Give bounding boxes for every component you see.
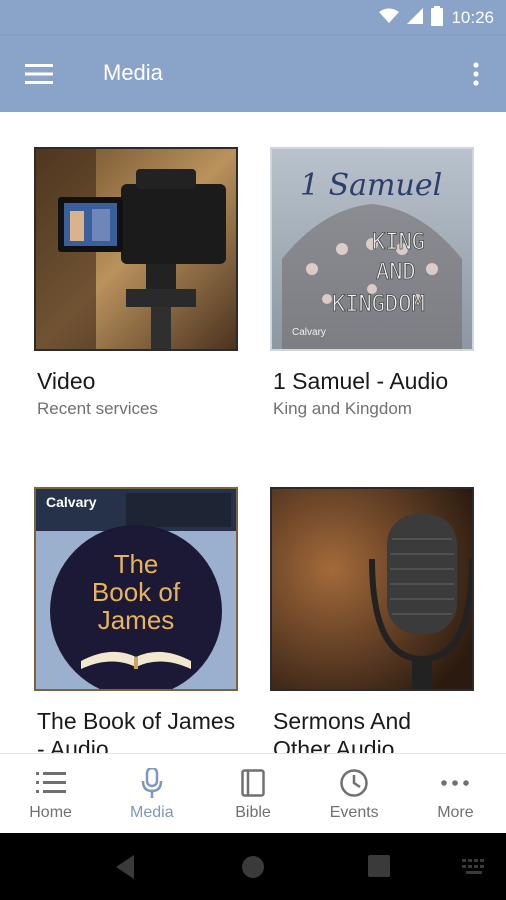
nav-item-home[interactable]: Home <box>0 754 101 833</box>
overflow-menu-button[interactable] <box>464 58 488 90</box>
recents-button[interactable] <box>368 855 390 877</box>
book-of-james-thumbnail: Calvary The Book of James <box>34 487 238 691</box>
signal-icon <box>407 7 424 29</box>
app-bar: Media <box>0 36 506 112</box>
system-navigation-bar <box>0 833 506 900</box>
media-card-1-samuel[interactable]: 1 Samuel KING AND KINGDOM Calvary 1 Samu… <box>270 147 474 419</box>
nav-label: More <box>437 804 474 821</box>
battery-icon <box>431 5 444 31</box>
home-circle-icon <box>242 856 264 878</box>
media-card-book-of-james[interactable]: Calvary The Book of James The Book of Ja… <box>34 487 238 753</box>
card-title: Video <box>37 368 96 394</box>
media-grid: Video Recent services 1 Samuel KING AND … <box>0 112 506 753</box>
nav-item-bible[interactable]: Bible <box>202 754 303 833</box>
art-text: Book of <box>92 577 181 607</box>
page-title: Media <box>103 60 163 85</box>
microphone-icon <box>136 768 168 798</box>
nav-item-more[interactable]: More <box>405 754 506 833</box>
home-button[interactable] <box>241 855 265 879</box>
keyboard-button[interactable] <box>462 859 488 875</box>
nav-label: Home <box>29 804 72 821</box>
nav-label: Media <box>130 804 174 821</box>
bottom-navigation: Home Media Bible Events More <box>0 753 506 833</box>
card-title: Sermons And Other Audio <box>273 708 412 753</box>
art-text: KINGDOM <box>332 292 425 317</box>
back-button[interactable] <box>112 853 140 881</box>
status-time: 10:26 <box>451 8 494 27</box>
more-vertical-icon <box>473 62 479 86</box>
status-bar: 10:26 <box>0 0 506 36</box>
card-subtitle: Recent services <box>37 399 158 418</box>
1-samuel-thumbnail: 1 Samuel KING AND KINGDOM Calvary <box>270 147 474 351</box>
more-horizontal-icon <box>439 768 471 798</box>
art-text: 1 Samuel <box>300 168 442 203</box>
keyboard-icon <box>462 859 484 874</box>
recents-icon <box>368 855 390 877</box>
art-brand: Calvary <box>292 327 326 338</box>
card-title: 1 Samuel - Audio <box>273 368 449 394</box>
art-text: AND <box>376 260 416 285</box>
menu-icon <box>25 64 53 84</box>
status-icons: 10:26 <box>379 5 494 31</box>
card-subtitle: King and Kingdom <box>273 399 412 418</box>
list-icon <box>35 768 67 798</box>
nav-item-events[interactable]: Events <box>304 754 405 833</box>
art-text: The <box>114 549 159 579</box>
wifi-icon <box>379 8 400 29</box>
video-thumbnail <box>34 147 238 351</box>
media-card-sermons[interactable]: Sermons And Other Audio <box>270 487 474 753</box>
art-brand: Calvary <box>46 494 97 510</box>
nav-item-media[interactable]: Media <box>101 754 202 833</box>
sermons-thumbnail <box>270 487 474 691</box>
art-text: James <box>98 605 175 635</box>
card-title: The Book of James - Audio <box>37 708 236 753</box>
hamburger-menu-button[interactable] <box>22 60 56 88</box>
nav-label: Events <box>329 804 379 821</box>
nav-label: Bible <box>235 804 271 821</box>
art-text: KING <box>372 230 425 255</box>
book-icon <box>237 768 269 798</box>
media-card-video[interactable]: Video Recent services <box>34 147 238 419</box>
clock-icon <box>338 768 370 798</box>
back-icon <box>116 855 134 879</box>
